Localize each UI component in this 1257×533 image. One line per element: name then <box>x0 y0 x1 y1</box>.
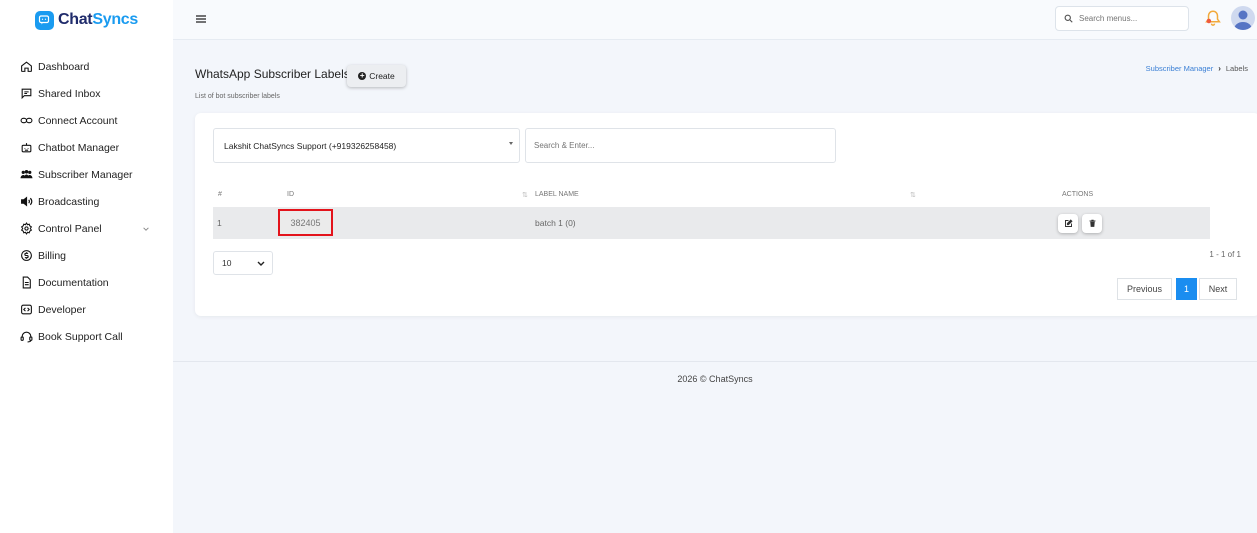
sidebar-item-label: Book Support Call <box>38 330 123 343</box>
breadcrumb: Subscriber Manager › Labels <box>1146 64 1248 73</box>
sidebar-item-label: Shared Inbox <box>38 87 101 100</box>
plus-circle-icon: + <box>358 71 367 80</box>
next-page-button[interactable]: Next <box>1199 278 1237 300</box>
previous-page-button[interactable]: Previous <box>1117 278 1172 300</box>
sidebar-item-connect-account[interactable]: Connect Account <box>0 107 173 134</box>
sidebar-item-documentation[interactable]: Documentation <box>0 269 173 296</box>
sidebar-item-billing[interactable]: Billing <box>0 242 173 269</box>
sidebar-item-book-support-call[interactable]: Book Support Call <box>0 323 173 350</box>
sidebar-item-label: Dashboard <box>38 60 90 73</box>
sort-icon[interactable]: ⇅ <box>522 191 528 199</box>
table-header: # ID ⇅ LABEL NAME ⇅ ACTIONS <box>213 184 1210 206</box>
footer: 2026 © ChatSyncs <box>677 374 753 384</box>
sidebar-item-label: Chatbot Manager <box>38 141 120 154</box>
bot-select[interactable]: Lakshit ChatSyncs Support (+919326258458… <box>213 128 520 163</box>
edit-icon <box>1064 219 1073 227</box>
breadcrumb-subscriber-manager[interactable]: Subscriber Manager <box>1146 64 1214 73</box>
pagination-info: 1 - 1 of 1 <box>1209 250 1241 259</box>
menu-search-input[interactable] <box>1079 14 1179 23</box>
brand-name: ChatSyncs <box>57 11 138 28</box>
delete-button[interactable] <box>1082 214 1102 233</box>
table-row[interactable]: 1 382405 batch 1 (0) <box>213 207 1210 239</box>
footer-divider <box>173 361 1257 362</box>
sidebar-item-broadcasting[interactable]: Broadcasting <box>0 188 173 215</box>
column-header-number[interactable]: # <box>218 191 222 198</box>
sidebar-item-subscriber-manager[interactable]: Subscriber Manager <box>0 161 173 188</box>
column-header-label-name[interactable]: LABEL NAME <box>535 191 579 198</box>
sidebar-item-label: Connect Account <box>38 114 118 127</box>
sidebar-item-label: Billing <box>38 249 67 262</box>
labels-card: Lakshit ChatSyncs Support (+919326258458… <box>195 113 1257 316</box>
column-header-id[interactable]: ID <box>287 191 294 198</box>
sidebar: ChatSyncs Dashboard Shared Inbox Connect… <box>0 0 173 533</box>
sidebar-item-shared-inbox[interactable]: Shared Inbox <box>0 80 173 107</box>
row-label-name: batch 1 (0) <box>535 218 576 228</box>
speaker-icon <box>21 196 33 207</box>
edit-button[interactable] <box>1058 214 1078 233</box>
gear-icon <box>20 222 33 235</box>
create-label-button[interactable]: + Create <box>347 65 406 87</box>
link-icon <box>20 117 33 124</box>
headset-icon <box>20 331 33 343</box>
breadcrumb-current: Labels <box>1225 64 1248 73</box>
sidebar-item-control-panel[interactable]: Control Panel <box>0 215 173 242</box>
column-header-actions: ACTIONS <box>1062 191 1094 198</box>
inbox-icon <box>21 88 32 100</box>
rows-per-page-value: 10 <box>222 258 232 268</box>
chevron-right-icon: › <box>1218 64 1221 73</box>
sidebar-item-label: Control Panel <box>38 222 102 235</box>
users-icon <box>20 170 33 179</box>
bot-select-value: Lakshit ChatSyncs Support (+919326258458… <box>224 140 397 151</box>
sidebar-item-label: Documentation <box>38 276 109 289</box>
code-icon <box>21 304 32 315</box>
document-icon <box>22 276 31 289</box>
sidebar-item-dashboard[interactable]: Dashboard <box>0 53 173 80</box>
user-avatar[interactable] <box>1231 6 1255 30</box>
page-1-button[interactable]: 1 <box>1176 278 1197 300</box>
create-label: Create <box>369 71 395 81</box>
rows-per-page-select[interactable]: 10 <box>213 251 273 275</box>
sidebar-nav: Dashboard Shared Inbox Connect Account C… <box>0 53 173 350</box>
row-number: 1 <box>217 218 222 228</box>
brand-logo[interactable]: ChatSyncs <box>0 0 173 40</box>
page-title: WhatsApp Subscriber Labels <box>195 67 350 81</box>
hamburger-menu-icon[interactable] <box>195 13 207 25</box>
sidebar-item-label: Broadcasting <box>38 195 100 208</box>
home-icon <box>21 61 32 72</box>
menu-search[interactable] <box>1055 6 1189 31</box>
caret-down-icon <box>509 142 513 145</box>
topbar <box>173 0 1257 40</box>
chevron-down-icon <box>257 261 265 266</box>
bell-icon[interactable] <box>1204 9 1222 27</box>
sidebar-item-label: Developer <box>38 303 86 316</box>
pagination: Previous 1 Next <box>1117 278 1237 300</box>
search-icon <box>1064 14 1073 23</box>
trash-icon <box>1089 219 1095 227</box>
sort-icon[interactable]: ⇅ <box>910 191 916 199</box>
sidebar-item-developer[interactable]: Developer <box>0 296 173 323</box>
row-id-highlighted: 382405 <box>278 209 333 236</box>
sidebar-item-chatbot-manager[interactable]: Chatbot Manager <box>0 134 173 161</box>
label-search-input[interactable] <box>525 128 836 163</box>
billing-icon <box>21 250 32 261</box>
chat-logo-icon <box>34 10 54 30</box>
user-icon <box>1234 10 1252 30</box>
robot-icon <box>21 143 32 153</box>
chevron-down-icon <box>143 226 149 231</box>
sidebar-item-label: Subscriber Manager <box>38 168 133 181</box>
page-subtitle: List of bot subscriber labels <box>195 93 280 100</box>
